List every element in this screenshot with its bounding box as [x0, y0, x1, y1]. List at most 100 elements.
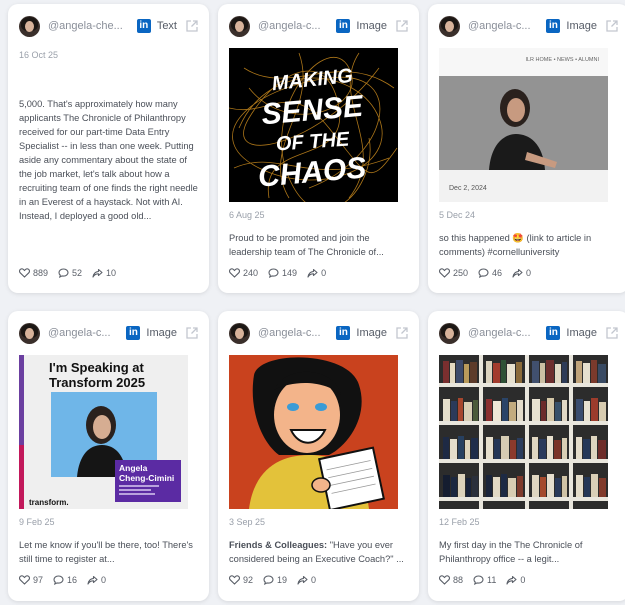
shares-stat: 0 [512, 268, 531, 278]
image-line-3: OF THE [275, 128, 350, 155]
post-image[interactable] [229, 355, 398, 509]
post-card[interactable]: @angela-c... in Image MAKING SENSE OF TH… [218, 4, 419, 293]
article-nav: ILR HOME • NEWS • ALUMNI [525, 57, 599, 63]
post-image[interactable]: I'm Speaking at Transform 2025 Angela Ch… [19, 355, 188, 509]
author-handle[interactable]: @angela-che... [48, 20, 133, 32]
shares-stat: 0 [506, 575, 525, 585]
post-date: 5 Dec 24 [439, 210, 476, 220]
post-date: 12 Feb 25 [439, 517, 480, 527]
external-link-icon[interactable] [606, 327, 618, 339]
heart-icon [229, 575, 240, 585]
likes-stat: 88 [439, 575, 463, 585]
post-text: 5,000. That's approximately how many app… [19, 99, 198, 221]
post-card[interactable]: @angela-c... in Image ILR HOME • NEWS • … [428, 4, 625, 293]
post-text: Proud to be promoted and join the leader… [229, 233, 384, 257]
bookshelf-image [439, 355, 608, 509]
post-type-label: Image [566, 20, 597, 32]
post-header: @angela-c... in Image [229, 15, 408, 37]
external-link-icon[interactable] [186, 20, 198, 32]
comment-icon [478, 268, 489, 278]
post-header: @angela-c... in Image [19, 322, 198, 344]
post-text: Let me know if you'll be there, too! The… [19, 540, 193, 564]
image-line-4: CHAOS [257, 151, 368, 193]
post-text: My first day in the The Chronicle of Phi… [439, 540, 583, 564]
post-stats: 92 19 0 [229, 575, 326, 585]
shares-stat: 0 [297, 575, 316, 585]
comment-icon [263, 575, 274, 585]
post-type-label: Text [156, 20, 177, 32]
author-handle[interactable]: @angela-c... [468, 327, 542, 339]
post-stats: 88 11 0 [439, 575, 535, 585]
post-text: so this happened 🤩 (link to article in c… [439, 233, 592, 257]
author-handle[interactable]: @angela-c... [48, 327, 122, 339]
post-type-label: Image [356, 20, 387, 32]
article-date: Dec 2, 2024 [449, 185, 487, 192]
post-image[interactable]: MAKING SENSE OF THE CHAOS [229, 48, 398, 202]
author-handle[interactable]: @angela-c... [258, 327, 332, 339]
avatar[interactable] [439, 15, 460, 37]
linkedin-icon: in [336, 326, 351, 340]
post-date: 9 Feb 25 [19, 517, 55, 527]
comment-icon [53, 575, 64, 585]
post-stats: 889 52 10 [19, 268, 126, 278]
comment-icon [473, 575, 484, 585]
comments-stat: 149 [268, 268, 297, 278]
shares-stat: 0 [307, 268, 326, 278]
post-stats: 240 149 0 [229, 268, 336, 278]
avatar[interactable] [229, 322, 250, 344]
post-image[interactable] [439, 355, 608, 509]
post-stats: 250 46 0 [439, 268, 541, 278]
image-line-2: SENSE [260, 90, 365, 132]
likes-stat: 250 [439, 268, 468, 278]
external-link-icon[interactable] [396, 20, 408, 32]
comments-stat: 52 [58, 268, 82, 278]
share-icon [297, 575, 308, 585]
promo-name-2: Cheng-Cimini [119, 473, 174, 483]
chaos-image: MAKING SENSE OF THE CHAOS [229, 52, 398, 202]
speaking-promo-image: I'm Speaking at Transform 2025 Angela Ch… [19, 355, 188, 509]
comment-icon [268, 268, 279, 278]
avatar[interactable] [229, 15, 250, 37]
post-card[interactable]: @angela-c... in Image I'm Speaking at Tr… [8, 311, 209, 601]
share-icon [512, 268, 523, 278]
likes-stat: 240 [229, 268, 258, 278]
post-image[interactable]: ILR HOME • NEWS • ALUMNI Dec 2, 2024 [439, 48, 608, 202]
post-header: @angela-c... in Image [229, 322, 408, 344]
comments-stat: 16 [53, 575, 77, 585]
external-link-icon[interactable] [606, 20, 618, 32]
post-card[interactable]: @angela-che... in Text 16 Oct 25 5,000. … [8, 4, 209, 293]
heart-icon [439, 268, 450, 278]
shares-stat: 10 [92, 268, 116, 278]
heart-icon [19, 575, 30, 585]
external-link-icon[interactable] [396, 327, 408, 339]
avatar[interactable] [439, 322, 460, 344]
promo-title-1: I'm Speaking at [49, 360, 145, 375]
comic-woman-image [229, 355, 398, 509]
external-link-icon[interactable] [186, 327, 198, 339]
post-header: @angela-c... in Image [439, 15, 618, 37]
share-icon [307, 268, 318, 278]
likes-stat: 92 [229, 575, 253, 585]
linkedin-icon: in [126, 326, 141, 340]
avatar[interactable] [19, 15, 40, 37]
post-card[interactable]: @angela-c... in Image [428, 311, 625, 601]
post-date: 6 Aug 25 [229, 210, 265, 220]
post-type-label: Image [566, 327, 597, 339]
comment-icon [58, 268, 69, 278]
author-handle[interactable]: @angela-c... [258, 20, 332, 32]
share-icon [506, 575, 517, 585]
comments-stat: 46 [478, 268, 502, 278]
post-type-label: Image [146, 327, 177, 339]
promo-brand: transform. [29, 498, 69, 507]
post-header: @angela-c... in Image [439, 322, 618, 344]
comments-stat: 11 [473, 575, 496, 585]
likes-stat: 889 [19, 268, 48, 278]
shares-stat: 0 [87, 575, 106, 585]
linkedin-icon: in [546, 326, 561, 340]
heart-icon [19, 268, 30, 278]
likes-stat: 97 [19, 575, 43, 585]
linkedin-icon: in [336, 19, 351, 33]
author-handle[interactable]: @angela-c... [468, 20, 542, 32]
post-card[interactable]: @angela-c... in Image [218, 311, 419, 601]
avatar[interactable] [19, 322, 40, 344]
